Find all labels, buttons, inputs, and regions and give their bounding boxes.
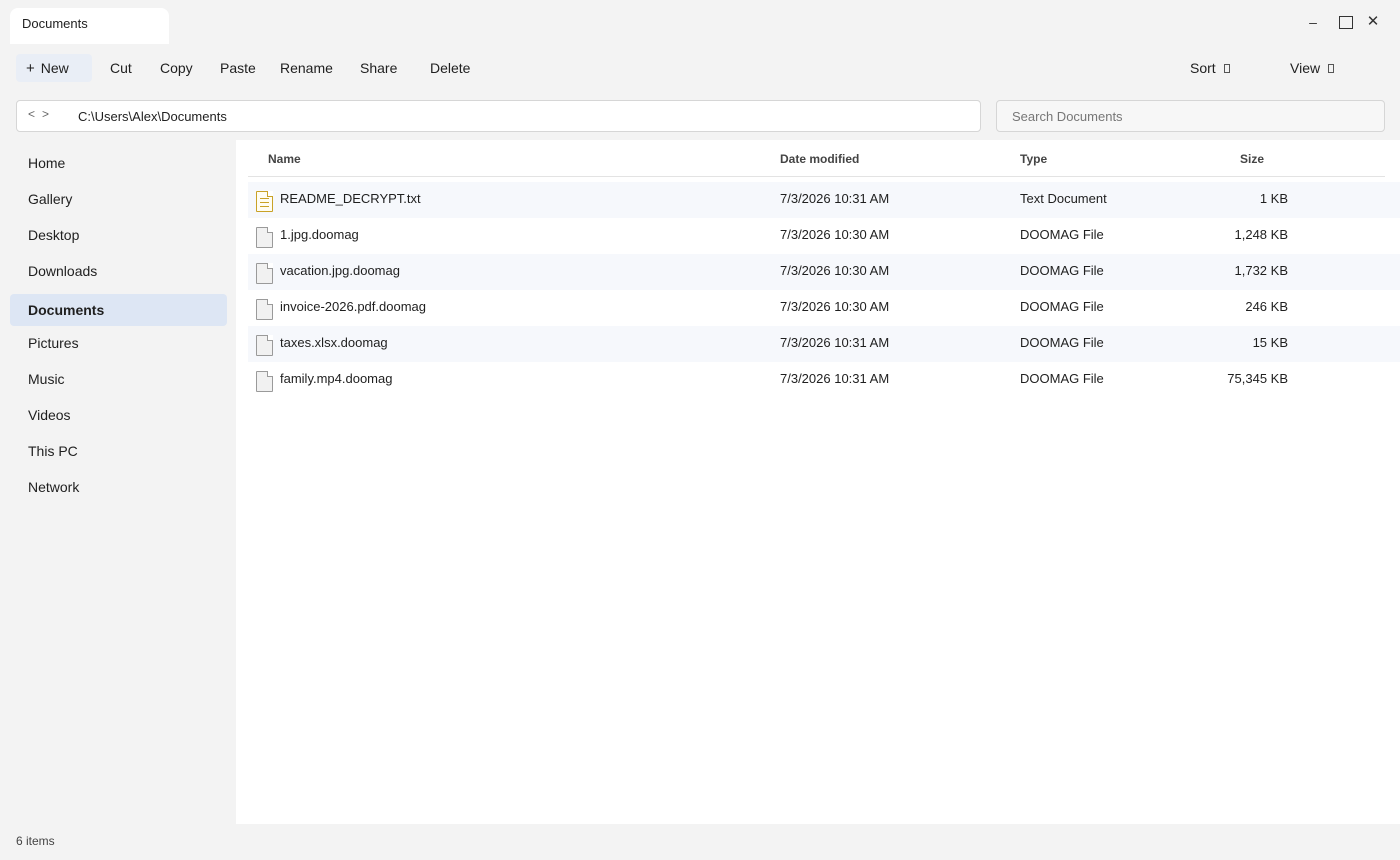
search-input[interactable] (996, 100, 1385, 132)
table-row[interactable]: 1.jpg.doomag 7/3/2026 10:30 AM DOOMAG Fi… (248, 218, 1400, 254)
sidebar-item-network[interactable]: Network (10, 471, 227, 503)
file-size: 1 KB (1259, 191, 1288, 206)
file-name: family.mp4.doomag (280, 371, 393, 386)
title-bar: Documents – ✕ (0, 0, 1400, 44)
view-label: View (1290, 60, 1321, 76)
dropdown-icon (1223, 63, 1230, 73)
file-date: 7/3/2026 10:31 AM (780, 335, 890, 350)
sort-button[interactable]: Sort (1184, 54, 1236, 82)
file-icon (256, 335, 273, 356)
paste-button[interactable]: Paste (214, 54, 262, 82)
address-path[interactable]: C:\Users\Alex\Documents (78, 109, 227, 124)
file-size: 75,345 KB (1227, 371, 1288, 386)
file-icon (256, 227, 273, 248)
file-name: taxes.xlsx.doomag (280, 335, 388, 350)
file-size: 1,732 KB (1234, 263, 1289, 278)
item-count: 6 items (16, 834, 55, 848)
maximize-icon (1339, 15, 1353, 29)
file-type: DOOMAG File (1020, 227, 1104, 242)
forward-icon[interactable]: > (42, 107, 49, 121)
sidebar-item-downloads[interactable]: Downloads (10, 255, 227, 287)
file-type: Text Document (1020, 191, 1107, 206)
tab-title: Documents (22, 16, 88, 31)
table-row[interactable]: family.mp4.doomag 7/3/2026 10:31 AM DOOM… (248, 362, 1400, 398)
new-label: New (40, 60, 69, 76)
back-icon[interactable]: < (28, 107, 35, 121)
file-icon (256, 371, 273, 392)
file-date: 7/3/2026 10:31 AM (780, 371, 890, 386)
table-row[interactable]: invoice-2026.pdf.doomag 7/3/2026 10:30 A… (248, 290, 1400, 326)
file-size: 1,248 KB (1234, 227, 1289, 242)
column-header-type[interactable]: Type (1020, 152, 1047, 166)
minimize-button[interactable]: – (1301, 10, 1325, 34)
column-headers: Name Date modified Type Size (248, 140, 1385, 177)
file-list: Name Date modified Type Size README_DECR… (236, 140, 1400, 824)
status-bar: 6 items (0, 824, 1400, 860)
file-name: 1.jpg.doomag (280, 227, 359, 242)
sidebar-item-gallery[interactable]: Gallery (10, 183, 227, 215)
file-date: 7/3/2026 10:31 AM (780, 191, 890, 206)
command-bar: + New Cut Copy Paste Rename Share Delete … (0, 50, 1400, 86)
cut-button[interactable]: Cut (104, 54, 138, 82)
file-size: 15 KB (1252, 335, 1288, 350)
copy-button[interactable]: Copy (154, 54, 199, 82)
sidebar-item-music[interactable]: Music (10, 363, 227, 395)
sidebar-item-home[interactable]: Home (10, 147, 227, 179)
file-type: DOOMAG File (1020, 299, 1104, 314)
maximize-button[interactable] (1334, 10, 1358, 34)
plus-icon: + (26, 60, 35, 77)
delete-button[interactable]: Delete (424, 54, 476, 82)
file-date: 7/3/2026 10:30 AM (780, 299, 890, 314)
column-header-size[interactable]: Size (1240, 152, 1264, 166)
sidebar-item-desktop[interactable]: Desktop (10, 219, 227, 251)
file-date: 7/3/2026 10:30 AM (780, 263, 890, 278)
table-row[interactable]: vacation.jpg.doomag 7/3/2026 10:30 AM DO… (248, 254, 1400, 290)
sidebar-item-videos[interactable]: Videos (10, 399, 227, 431)
file-date: 7/3/2026 10:30 AM (780, 227, 890, 242)
rename-button[interactable]: Rename (274, 54, 339, 82)
table-row[interactable]: taxes.xlsx.doomag 7/3/2026 10:31 AM DOOM… (248, 326, 1400, 362)
file-icon (256, 299, 273, 320)
file-name: README_DECRYPT.txt (280, 191, 421, 206)
file-type: DOOMAG File (1020, 335, 1104, 350)
table-row[interactable]: README_DECRYPT.txt 7/3/2026 10:31 AM Tex… (248, 182, 1400, 218)
close-icon: ✕ (1366, 13, 1380, 30)
sidebar-item-pictures[interactable]: Pictures (10, 327, 227, 359)
column-header-date[interactable]: Date modified (780, 152, 859, 166)
close-button[interactable]: ✕ (1361, 10, 1385, 34)
file-size: 246 KB (1245, 299, 1288, 314)
dropdown-icon (1328, 63, 1335, 73)
file-name: vacation.jpg.doomag (280, 263, 400, 278)
file-type: DOOMAG File (1020, 371, 1104, 386)
view-button[interactable]: View (1284, 54, 1340, 82)
tab-documents[interactable]: Documents (10, 8, 169, 44)
share-button[interactable]: Share (354, 54, 403, 82)
file-icon (256, 263, 273, 284)
sidebar-item-this-pc[interactable]: This PC (10, 435, 227, 467)
new-button[interactable]: + New (16, 54, 92, 82)
sidebar-item-documents[interactable]: Documents (10, 294, 227, 326)
sort-label: Sort (1190, 60, 1216, 76)
column-header-name[interactable]: Name (268, 152, 301, 166)
navigation-pane: Home Gallery Desktop Downloads Documents… (0, 140, 236, 824)
file-type: DOOMAG File (1020, 263, 1104, 278)
minimize-icon: – (1309, 14, 1317, 30)
file-name: invoice-2026.pdf.doomag (280, 299, 426, 314)
address-bar[interactable]: < > C:\Users\Alex\Documents (16, 100, 981, 132)
text-file-icon (256, 191, 273, 212)
